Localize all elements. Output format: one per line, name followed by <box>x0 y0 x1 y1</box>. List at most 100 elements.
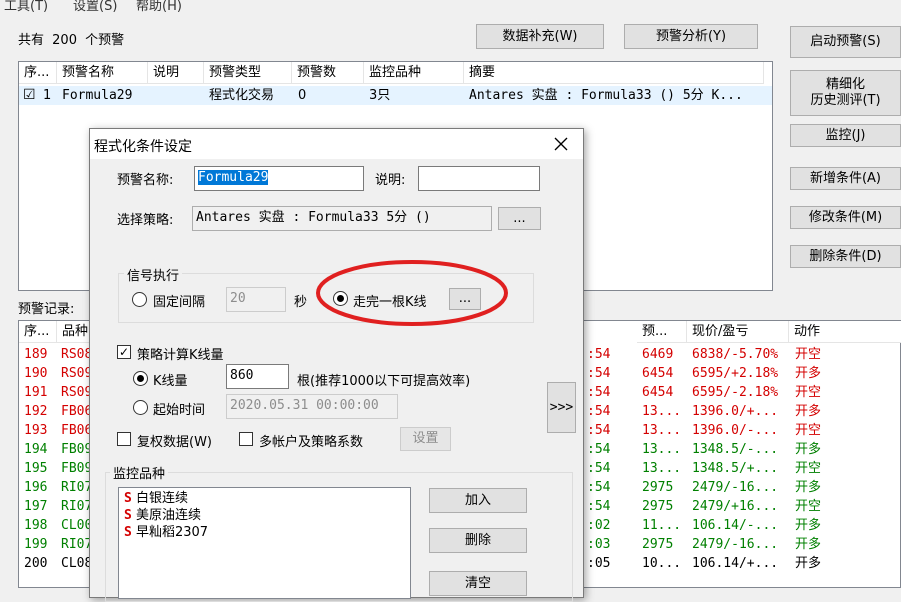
data-supplement-button[interactable]: 数据补充(W) <box>476 24 604 49</box>
alert-analysis-button[interactable]: 预警分析(Y) <box>624 24 758 49</box>
rec-col-action[interactable]: 动作 <box>789 321 901 343</box>
col-symbols[interactable]: 监控品种 <box>364 62 464 84</box>
record-warn-price: 2975 <box>642 480 674 495</box>
record-time: :54 <box>587 442 611 457</box>
fixed-interval-radio[interactable] <box>132 292 147 307</box>
record-time: :54 <box>587 461 611 476</box>
modify-condition-button[interactable]: 修改条件(M) <box>790 206 901 229</box>
symbol-name: 白银连续 <box>135 491 188 506</box>
record-index: 190 <box>24 366 48 381</box>
record-price-pl: 1396.0/-... <box>692 423 779 438</box>
col-summary[interactable]: 摘要 <box>464 62 764 84</box>
clear-symbols-button[interactable]: 清空 <box>429 571 527 596</box>
record-time: :03 <box>587 537 611 552</box>
menu-help[interactable]: 帮助(H) <box>136 0 182 14</box>
record-action: 开空 <box>795 499 822 514</box>
record-warn-price: 6454 <box>642 366 674 381</box>
rec-col-index[interactable]: 序... <box>19 321 57 343</box>
col-name[interactable]: 预警名称 <box>57 62 148 84</box>
table-row[interactable]: ☑ 1 Formula29 程式化交易 0 3只 Antares 实盘 : Fo… <box>19 86 772 105</box>
record-time: :02 <box>587 518 611 533</box>
rec-col-warn[interactable]: 预... <box>637 321 687 343</box>
row-count: 0 <box>298 88 307 103</box>
record-time: :54 <box>587 404 611 419</box>
monitor-list[interactable]: S 白银连续 S 美原油连续 S 早籼稻2307 <box>118 487 411 599</box>
record-time: :54 <box>587 347 611 362</box>
formula-condition-dialog: 程式化条件设定 预警名称: Formula29 说明: 选择策略: Antare… <box>89 128 584 602</box>
list-item[interactable]: S 早籼稻2307 <box>124 524 208 541</box>
record-symbol: RS09 <box>61 385 93 400</box>
record-warn-price: 13... <box>642 423 682 438</box>
remove-symbol-button[interactable]: 删除 <box>429 528 527 553</box>
add-symbol-button[interactable]: 加入 <box>429 488 527 513</box>
record-index: 194 <box>24 442 48 457</box>
record-action: 开多 <box>795 442 822 457</box>
interval-input: 20 <box>226 287 286 312</box>
menu-tools[interactable]: 工具(T) <box>4 0 48 14</box>
record-warn-price: 2975 <box>642 499 674 514</box>
reweight-checkbox[interactable] <box>117 432 131 446</box>
menu-settings[interactable]: 设置(S) <box>73 0 117 14</box>
calc-kline-checkbox[interactable]: ✓ <box>117 345 131 359</box>
name-input[interactable]: Formula29 <box>194 166 364 191</box>
calc-kline-label[interactable]: 策略计算K线量 <box>137 344 224 363</box>
kline-count-radio[interactable] <box>133 371 148 386</box>
record-price-pl: 1348.5/+... <box>692 461 779 476</box>
list-item[interactable]: S 白银连续 <box>124 490 188 507</box>
record-symbol: RI07 <box>61 537 93 552</box>
strategy-label: 选择策略: <box>117 213 174 228</box>
desc-input[interactable] <box>418 166 540 191</box>
record-index: 197 <box>24 499 48 514</box>
record-action: 开空 <box>795 347 822 362</box>
record-index: 198 <box>24 518 48 533</box>
delete-condition-button[interactable]: 删除条件(D) <box>790 245 901 268</box>
start-time-input: 2020.05.31 00:00:00 <box>226 394 398 419</box>
multi-account-label[interactable]: 多帐户及策略系数 <box>259 431 363 450</box>
rec-col-price[interactable]: 现价/盈亏 <box>687 321 789 343</box>
col-type[interactable]: 预警类型 <box>204 62 292 84</box>
expand-button[interactable]: >>> <box>547 382 576 433</box>
multi-account-checkbox[interactable] <box>239 432 253 446</box>
strategy-input: Antares 实盘 : Formula33 5分 () <box>192 206 492 231</box>
record-index: 193 <box>24 423 48 438</box>
kline-count-label[interactable]: K线量 <box>153 370 188 389</box>
refine-history-button[interactable]: 精细化 历史测评(T) <box>790 70 901 116</box>
record-time: :54 <box>587 385 611 400</box>
menu-bar: 工具(T) 设置(S) 帮助(H) <box>0 0 901 14</box>
record-warn-price: 13... <box>642 442 682 457</box>
record-warn-price: 13... <box>642 461 682 476</box>
symbol-name: 美原油连续 <box>135 508 201 523</box>
start-time-radio[interactable] <box>133 400 148 415</box>
fixed-interval-label[interactable]: 固定间隔 <box>153 291 205 310</box>
refine-line1: 精细化 <box>825 77 865 93</box>
row-checkbox[interactable]: ☑ <box>23 86 36 105</box>
record-action: 开多 <box>795 556 822 571</box>
record-index: 189 <box>24 347 48 362</box>
close-icon[interactable] <box>554 137 568 151</box>
monitor-button[interactable]: 监控(J) <box>790 124 901 147</box>
record-price-pl: 1396.0/+... <box>692 404 779 419</box>
start-time-label[interactable]: 起始时间 <box>153 399 205 418</box>
summary-prefix: 共有 <box>18 33 45 48</box>
record-index: 192 <box>24 404 48 419</box>
record-action: 开多 <box>795 366 822 381</box>
record-time: :54 <box>587 423 611 438</box>
col-desc[interactable]: 说明 <box>148 62 204 84</box>
kline-count-input[interactable]: 860 <box>226 364 289 389</box>
record-price-pl: 6595/-2.18% <box>692 385 779 400</box>
add-condition-button[interactable]: 新增条件(A) <box>790 167 901 190</box>
col-index[interactable]: 序... <box>19 62 57 84</box>
reweight-label[interactable]: 复权数据(W) <box>137 431 212 450</box>
list-item[interactable]: S 美原油连续 <box>124 507 201 524</box>
record-symbol: FB06 <box>61 404 93 419</box>
col-count[interactable]: 预警数 <box>292 62 364 84</box>
strategy-browse-button[interactable]: ... <box>498 207 541 230</box>
row-symbols: 3只 <box>369 88 391 103</box>
record-time: :54 <box>587 499 611 514</box>
desc-label: 说明: <box>375 173 406 188</box>
kline-hint: 根(推荐1000以下可提高效率) <box>297 374 471 389</box>
record-action: 开多 <box>795 518 822 533</box>
start-alert-button[interactable]: 启动预警(S) <box>790 26 901 58</box>
name-label: 预警名称: <box>117 173 174 188</box>
records-label: 预警记录: <box>18 302 75 317</box>
